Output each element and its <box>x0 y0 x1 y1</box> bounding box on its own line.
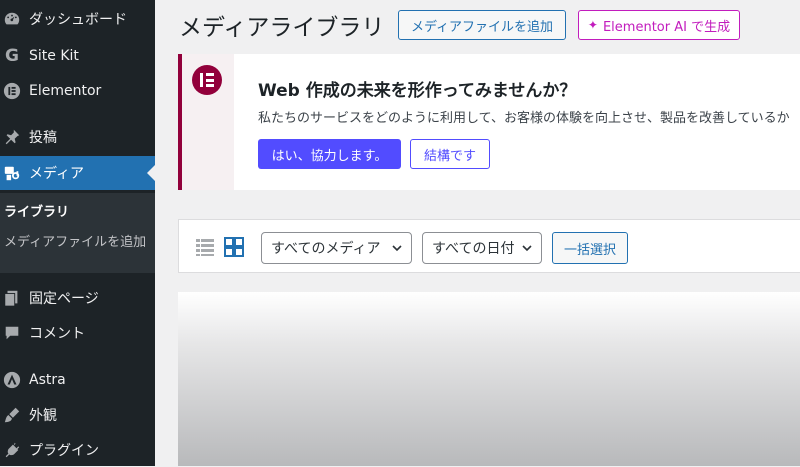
sidebar-item-label: 外観 <box>29 408 57 424</box>
chevron-down-icon <box>392 245 402 252</box>
ai-button-label: Elementor AI で生成 <box>602 19 731 35</box>
notice-text: 私たちのサービスをどのように利用して、お客様の体験を向上させ、製品を改善している… <box>258 111 790 126</box>
sidebar-item-label: Elementor <box>29 83 102 99</box>
media-type-value: すべてのメディア <box>271 241 381 257</box>
sidebar-item-label: 投稿 <box>29 130 57 146</box>
elementor-ai-button[interactable]: ✦ Elementor AI で生成 <box>578 10 740 40</box>
sparkle-icon: ✦ <box>587 18 598 32</box>
sitekit-icon: G <box>5 46 19 66</box>
accept-button[interactable]: はい、協力します。 <box>258 139 401 169</box>
chevron-down-icon <box>522 245 532 252</box>
submenu-item-add-media[interactable]: メディアファイルを追加 <box>4 233 149 253</box>
media-toolbar: すべてのメディア すべての日付 一括選択 <box>178 219 800 273</box>
elementor-notice: Web 作成の未来を形作ってみませんか？ 私たちのサービスをどのように利用して、… <box>178 54 800 190</box>
media-type-select[interactable]: すべてのメディア <box>261 232 412 264</box>
astra-icon <box>2 370 22 390</box>
list-view-icon[interactable] <box>195 237 215 257</box>
date-value: すべての日付 <box>432 241 515 257</box>
current-menu-arrow <box>147 165 155 181</box>
sidebar-item-label: Site Kit <box>29 48 79 64</box>
sidebar-item-posts[interactable]: 投稿 <box>0 120 155 154</box>
sidebar-item-plugins[interactable]: プラグイン <box>0 433 155 467</box>
sidebar-item-label: メディア <box>29 166 85 182</box>
admin-sidebar: ダッシュボード G Site Kit Elementor 投稿 メディア ライブ… <box>0 0 155 466</box>
elementor-icon <box>2 81 22 101</box>
sidebar-item-pages[interactable]: 固定ページ <box>0 281 155 315</box>
sidebar-item-dashboard[interactable]: ダッシュボード <box>0 2 155 36</box>
sidebar-item-comments[interactable]: コメント <box>0 316 155 350</box>
sidebar-item-label: コメント <box>29 326 85 342</box>
notice-icon-area <box>182 54 234 190</box>
sidebar-item-appearance[interactable]: 外観 <box>0 398 155 432</box>
media-submenu: ライブラリ メディアファイルを追加 <box>0 193 155 273</box>
sidebar-item-label: Astra <box>29 372 66 388</box>
sidebar-item-elementor[interactable]: Elementor <box>0 74 155 108</box>
date-select[interactable]: すべての日付 <box>422 232 542 264</box>
page-icon <box>2 288 22 308</box>
media-attachment-thumbnail[interactable] <box>178 292 800 466</box>
submenu-item-library[interactable]: ライブラリ <box>4 203 149 223</box>
pin-icon <box>2 127 22 147</box>
sidebar-item-astra[interactable]: Astra <box>0 363 155 397</box>
grid-view-icon[interactable] <box>224 237 244 257</box>
decline-button[interactable]: 結構です <box>410 139 490 169</box>
plugin-icon <box>2 440 22 460</box>
sidebar-item-label: 固定ページ <box>29 291 99 307</box>
dashboard-icon <box>2 9 22 29</box>
sidebar-item-label: プラグイン <box>29 443 99 459</box>
notice-title: Web 作成の未来を形作ってみませんか？ <box>258 81 577 101</box>
sidebar-item-sitekit[interactable]: G Site Kit <box>0 39 155 73</box>
sidebar-item-label: ダッシュボード <box>29 12 127 28</box>
bulk-select-button[interactable]: 一括選択 <box>552 232 628 264</box>
media-icon <box>2 163 22 183</box>
elementor-logo-icon <box>192 65 222 95</box>
page-title: メディアライブラリ <box>179 15 385 41</box>
sidebar-item-media[interactable]: メディア <box>0 156 155 190</box>
appearance-icon <box>2 405 22 425</box>
add-media-button[interactable]: メディアファイルを追加 <box>398 10 566 40</box>
comment-icon <box>2 323 22 343</box>
